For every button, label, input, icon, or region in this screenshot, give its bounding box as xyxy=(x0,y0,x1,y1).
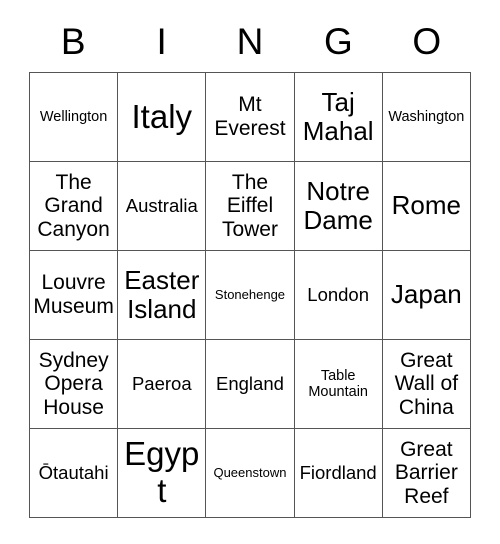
bingo-cell[interactable]: Table Mountain xyxy=(294,340,383,429)
bingo-cell[interactable]: The Eiffel Tower xyxy=(206,162,295,251)
bingo-cell[interactable]: The Grand Canyon xyxy=(30,162,119,251)
bingo-cell[interactable]: Wellington xyxy=(30,73,119,162)
bingo-card: B I N G O Wellington Italy Mt Everest Taj M… xyxy=(29,10,471,518)
bingo-cell[interactable]: Italy xyxy=(118,73,207,162)
bingo-cell-label: Table Mountain xyxy=(308,367,368,400)
bingo-cell-label: Great Barrier Reef xyxy=(394,437,458,508)
bingo-cell[interactable]: Washington xyxy=(382,73,471,162)
bingo-cell-label: Sydney Opera House xyxy=(38,348,109,419)
bingo-cell[interactable]: Louvre Museum xyxy=(30,251,119,340)
bingo-cell-label: Louvre Museum xyxy=(33,271,114,318)
bingo-header-row: B I N G O xyxy=(29,10,471,72)
bingo-cell[interactable]: Rome xyxy=(382,162,471,251)
bingo-header-letter-b: B xyxy=(60,20,86,62)
bingo-cell-label: Paeroa xyxy=(131,372,192,394)
bingo-cell[interactable]: London xyxy=(294,251,383,340)
bingo-cell-label: Notre Dame xyxy=(303,175,373,235)
bingo-cell-label: Easter Island xyxy=(124,264,200,324)
bingo-cell-label: Japan xyxy=(390,279,462,310)
bingo-cell[interactable]: Great Barrier Reef xyxy=(382,429,471,518)
bingo-row: Sydney Opera House Paeroa England Table Mou… xyxy=(30,340,471,429)
bingo-cell-label: The Eiffel Tower xyxy=(221,170,278,241)
bingo-cell[interactable]: Easter Island xyxy=(118,251,207,340)
bingo-cell[interactable]: Ōtautahi xyxy=(30,429,119,518)
bingo-header-letter-o: O xyxy=(412,20,442,62)
bingo-cell[interactable]: Great Wall of China xyxy=(382,340,471,429)
bingo-cell[interactable]: Paeroa xyxy=(118,340,207,429)
bingo-cell[interactable]: Sydney Opera House xyxy=(30,340,119,429)
bingo-cell-label: Taj Mahal xyxy=(302,86,374,146)
bingo-cell-label: Rome xyxy=(391,190,462,221)
bingo-cell-label: England xyxy=(216,372,284,394)
bingo-cell-label: Fiordland xyxy=(299,461,377,483)
bingo-header-letter-i: I xyxy=(156,20,167,62)
bingo-cell[interactable]: Queenstown xyxy=(206,429,295,518)
bingo-cell-label: Great Wall of China xyxy=(394,348,459,419)
bingo-cell-label: Australia xyxy=(125,194,198,216)
bingo-row: The Grand Canyon Australia The Eiffel Towe… xyxy=(30,162,471,251)
bingo-cell[interactable]: Stonehenge xyxy=(206,251,295,340)
bingo-cell[interactable]: Egypt xyxy=(118,429,207,518)
bingo-cell[interactable]: Japan xyxy=(382,251,471,340)
bingo-cell[interactable]: Fiordland xyxy=(294,429,383,518)
bingo-grid: Wellington Italy Mt Everest Taj Mahal Washin… xyxy=(29,72,471,518)
bingo-cell-label: Queenstown xyxy=(213,464,287,480)
bingo-cell-label: London xyxy=(307,283,370,305)
bingo-cell-label: Italy xyxy=(131,97,193,135)
bingo-header-letter-n: N xyxy=(236,20,264,62)
bingo-cell-label: Egypt xyxy=(124,435,200,509)
bingo-cell-label: Washington xyxy=(388,108,465,125)
bingo-cell[interactable]: Taj Mahal xyxy=(294,73,383,162)
bingo-header-letter-g: G xyxy=(323,20,353,62)
bingo-cell-label: Ōtautahi xyxy=(38,461,109,483)
bingo-cell[interactable]: Mt Everest xyxy=(206,73,295,162)
bingo-row: Louvre Museum Easter Island Stonehenge Lond… xyxy=(30,251,471,340)
bingo-cell[interactable]: England xyxy=(206,340,295,429)
bingo-cell-label: Mt Everest xyxy=(214,93,286,140)
bingo-cell[interactable]: Notre Dame xyxy=(294,162,383,251)
bingo-cell-label: Wellington xyxy=(39,108,108,125)
bingo-cell-label: Stonehenge xyxy=(214,286,286,302)
bingo-cell[interactable]: Australia xyxy=(118,162,207,251)
bingo-cell-label: The Grand Canyon xyxy=(37,170,110,241)
bingo-row: Wellington Italy Mt Everest Taj Mahal Washin… xyxy=(30,73,471,162)
bingo-row: Ōtautahi Egypt Queenstown Fiordland Great Ba… xyxy=(30,429,471,518)
